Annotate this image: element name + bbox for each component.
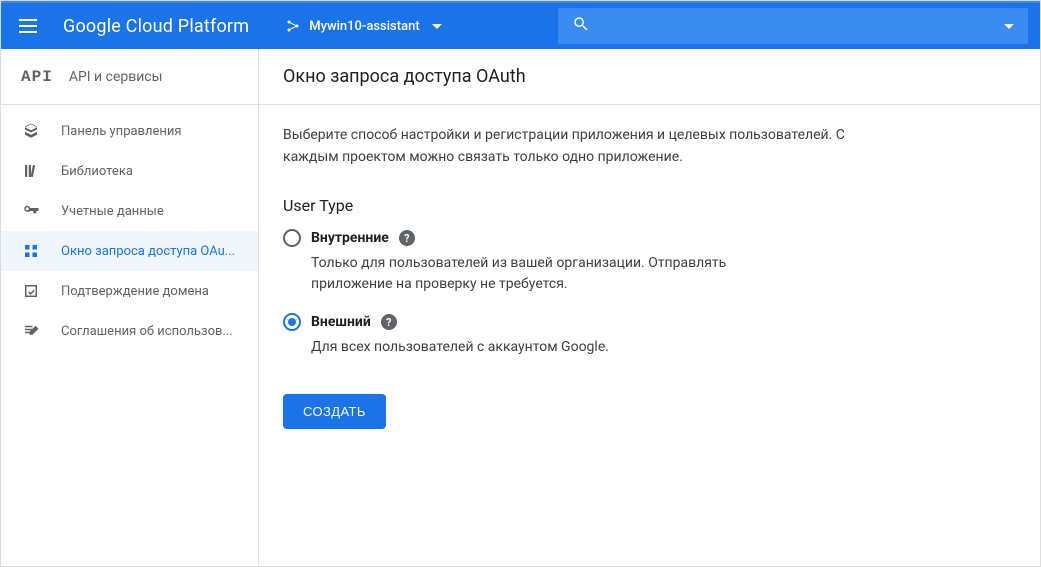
- radio-internal-description: Только для пользователей из вашей органи…: [283, 253, 783, 295]
- radio-external-label: Внешний: [311, 314, 371, 330]
- sidebar-item-library[interactable]: Библиотека: [1, 151, 258, 191]
- create-button[interactable]: СОЗДАТЬ: [283, 394, 386, 429]
- user-type-radio-group: Внутренние ? Только для пользователей из…: [283, 229, 875, 358]
- help-icon[interactable]: ?: [381, 314, 397, 330]
- page-title: Окно запроса доступа OAuth: [259, 49, 1040, 105]
- radio-external[interactable]: [283, 313, 301, 331]
- sidebar-title: API и сервисы: [69, 69, 163, 85]
- sidebar-item-label: Подтверждение домена: [61, 284, 209, 299]
- main-pane: Окно запроса доступа OAuth Выберите спос…: [259, 49, 1040, 566]
- key-icon: [21, 201, 41, 221]
- sidebar-item-label: Панель управления: [61, 124, 182, 139]
- sidebar-item-credentials[interactable]: Учетные данные: [1, 191, 258, 231]
- sidebar-item-domain-verification[interactable]: Подтверждение домена: [1, 271, 258, 311]
- search-dropdown-icon[interactable]: [1004, 24, 1014, 29]
- consent-icon: [21, 241, 41, 261]
- sidebar: API API и сервисы Панель управления Библ…: [1, 49, 259, 566]
- check-square-icon: [21, 281, 41, 301]
- project-selector[interactable]: Mywin10-assistant: [275, 12, 451, 40]
- sidebar-item-oauth-consent[interactable]: Окно запроса доступа OAu...: [1, 231, 258, 271]
- radio-option-internal: Внутренние ? Только для пользователей из…: [283, 229, 875, 295]
- platform-logo-text: Google Cloud Platform: [63, 16, 249, 37]
- radio-internal[interactable]: [283, 229, 301, 247]
- menu-icon[interactable]: [19, 14, 43, 38]
- sidebar-item-label: Окно запроса доступа OAu...: [61, 244, 235, 259]
- search-icon: [572, 15, 590, 37]
- sidebar-header: API API и сервисы: [1, 49, 258, 105]
- project-name: Mywin10-assistant: [309, 19, 419, 34]
- radio-option-external: Внешний ? Для всех пользователей с аккау…: [283, 313, 875, 358]
- sidebar-item-label: Библиотека: [61, 164, 133, 179]
- sidebar-item-dashboard[interactable]: Панель управления: [1, 111, 258, 151]
- sidebar-item-label: Соглашения об использов...: [61, 324, 233, 339]
- search-input[interactable]: [602, 18, 992, 34]
- sidebar-nav: Панель управления Библиотека Учетные дан…: [1, 105, 258, 351]
- radio-external-description: Для всех пользователей с аккаунтом Googl…: [283, 337, 783, 358]
- sidebar-item-page-usage-agreements[interactable]: Соглашения об использов...: [1, 311, 258, 351]
- api-badge: API: [21, 68, 53, 86]
- help-icon[interactable]: ?: [399, 230, 415, 246]
- search-bar[interactable]: [558, 8, 1028, 44]
- library-icon: [21, 161, 41, 181]
- project-icon: [285, 18, 301, 34]
- top-app-bar: Google Cloud Platform Mywin10-assistant: [1, 1, 1040, 49]
- intro-text: Выберите способ настройки и регистрации …: [283, 125, 875, 168]
- sidebar-item-label: Учетные данные: [61, 204, 164, 219]
- radio-internal-label: Внутренние: [311, 230, 389, 246]
- chevron-down-icon: [432, 24, 442, 29]
- agreements-icon: [21, 321, 41, 341]
- dashboard-icon: [21, 121, 41, 141]
- user-type-heading: User Type: [283, 196, 875, 215]
